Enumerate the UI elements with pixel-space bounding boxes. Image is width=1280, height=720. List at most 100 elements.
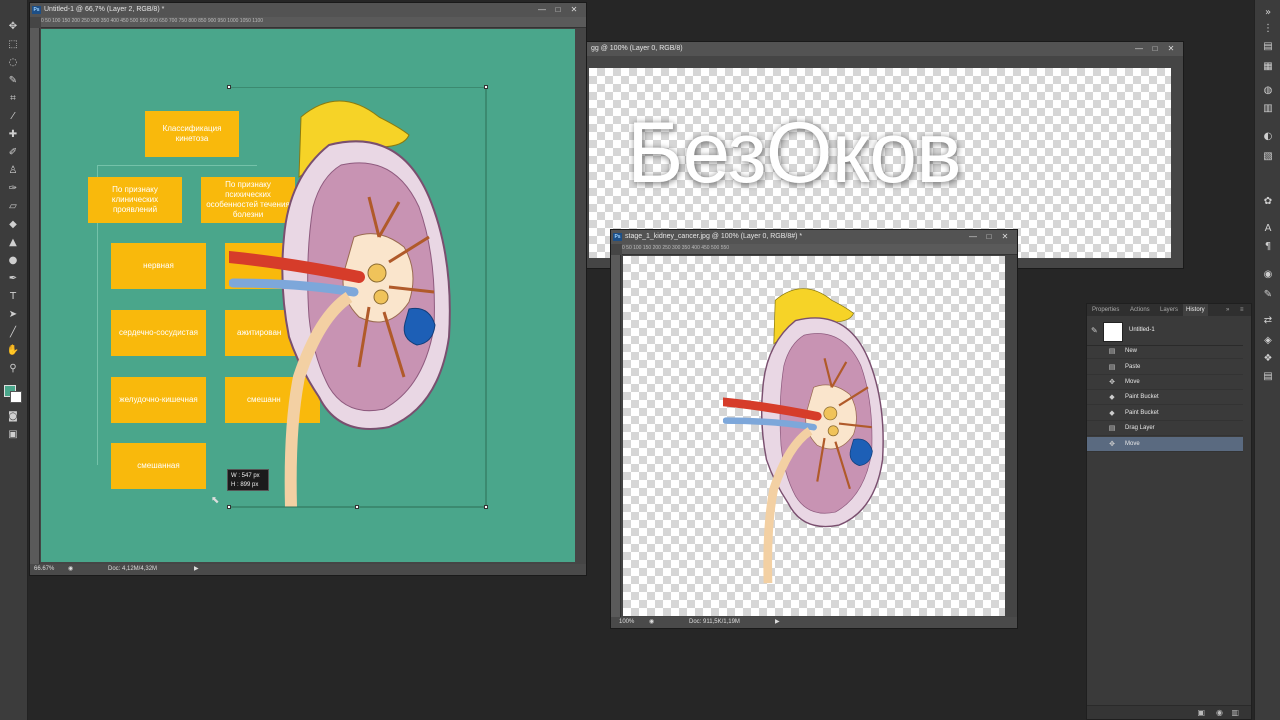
minimize-icon[interactable]: — xyxy=(967,231,979,242)
path-select-tool-icon[interactable]: ➤ xyxy=(5,308,21,322)
flow-box-left-item[interactable]: сердечно-сосудистая xyxy=(111,310,206,356)
blur-tool-icon[interactable]: ▲ xyxy=(5,236,21,250)
type-tool-icon[interactable]: T xyxy=(5,290,21,304)
eraser-tool-icon[interactable]: ▱ xyxy=(5,200,21,214)
status-options-icon[interactable]: ◉ xyxy=(649,617,654,628)
eyedropper-tool-icon[interactable]: ⁄ xyxy=(5,110,21,124)
brush-presets-icon[interactable]: ▧ xyxy=(1260,150,1276,164)
snapshot-label: Untitled-1 xyxy=(1129,327,1155,333)
maximize-icon[interactable]: □ xyxy=(552,4,564,15)
zoom-level[interactable]: 66.67% xyxy=(34,564,54,575)
character-panel-icon[interactable]: A xyxy=(1260,222,1276,236)
color-panel-icon[interactable]: ▤ xyxy=(1260,40,1276,54)
transform-handle[interactable] xyxy=(484,505,488,509)
stamp-tool-icon[interactable]: ♙ xyxy=(5,164,21,178)
swatches-panel-icon[interactable]: ▦ xyxy=(1260,60,1276,74)
screen-mode-icon[interactable]: ▣ xyxy=(5,428,21,442)
kidney-illustration[interactable] xyxy=(229,87,491,513)
doc-title-kidney[interactable]: Ps stage_1_kidney_cancer.jpg @ 100% (Lay… xyxy=(611,230,1017,244)
dodge-tool-icon[interactable]: ● xyxy=(5,254,21,268)
transform-handle[interactable] xyxy=(227,505,231,509)
flow-box-root[interactable]: Классификация кинетоза xyxy=(145,111,239,157)
zoom-level[interactable]: 100% xyxy=(619,617,634,628)
marquee-tool-icon[interactable]: ⬚ xyxy=(5,38,21,52)
transform-handle[interactable] xyxy=(484,85,488,89)
quick-mask-icon[interactable]: ◙ xyxy=(5,410,21,424)
panel-options-icon[interactable]: ≡ xyxy=(1237,304,1247,316)
healing-tool-icon[interactable]: ✚ xyxy=(5,128,21,142)
history-step[interactable]: ✥ Move xyxy=(1087,375,1243,390)
doc-window-kidney[interactable]: Ps stage_1_kidney_cancer.jpg @ 100% (Lay… xyxy=(610,229,1018,629)
paths-panel-icon[interactable]: ◈ xyxy=(1260,334,1276,348)
tooltip-width: W : 547 px xyxy=(231,473,260,479)
tab-properties[interactable]: Properties xyxy=(1089,304,1122,316)
history-step[interactable]: ◆ Paint Bucket xyxy=(1087,406,1243,421)
adjustments-panel-icon[interactable]: ◍ xyxy=(1260,84,1276,98)
status-menu-arrow-icon[interactable]: ▶ xyxy=(194,564,199,575)
flow-box-branch-left[interactable]: По признаку клинических проявлений xyxy=(88,177,182,223)
kidney-canvas[interactable] xyxy=(623,256,1005,616)
history-step-label: Move xyxy=(1125,379,1140,385)
tab-actions[interactable]: Actions xyxy=(1127,304,1153,316)
background-color-swatch[interactable] xyxy=(10,391,22,403)
ruler-ticks: 0 50 100 150 200 250 300 350 400 450 500… xyxy=(41,18,264,24)
horizontal-ruler: 0 50 100 150 200 250 300 350 400 450 500… xyxy=(41,17,586,28)
info-panel-icon[interactable]: ◉ xyxy=(1260,268,1276,282)
close-icon[interactable]: ✕ xyxy=(568,4,580,15)
minimize-icon[interactable]: — xyxy=(536,4,548,15)
new-document-from-state-icon[interactable]: ▣ xyxy=(1197,708,1205,717)
trash-icon[interactable]: ▥ xyxy=(1231,708,1239,717)
lasso-tool-icon[interactable]: ◌ xyxy=(5,56,21,70)
history-brush-tool-icon[interactable]: ✑ xyxy=(5,182,21,196)
tab-history[interactable]: History xyxy=(1183,304,1208,316)
maximize-icon[interactable]: □ xyxy=(1149,43,1161,54)
tab-layers[interactable]: Layers xyxy=(1157,304,1181,316)
flow-box-left-item[interactable]: смешанная xyxy=(111,443,206,489)
navigator-panel-icon[interactable]: ⇄ xyxy=(1260,314,1276,328)
notes-panel-icon[interactable]: ✎ xyxy=(1260,288,1276,302)
close-icon[interactable]: ✕ xyxy=(999,231,1011,242)
history-brush-icon[interactable]: ✎ xyxy=(1091,326,1098,335)
history-step[interactable]: ▤ New xyxy=(1087,344,1243,359)
doc-title-main[interactable]: Ps Untitled-1 @ 66,7% (Layer 2, RGB/8) * xyxy=(30,3,586,17)
panel-collapse-icon[interactable]: » xyxy=(1260,6,1276,20)
maximize-icon[interactable]: □ xyxy=(983,231,995,242)
pen-tool-icon[interactable]: ✒ xyxy=(5,272,21,286)
history-panel-icon[interactable]: ⋮ xyxy=(1260,22,1276,36)
paragraph-panel-icon[interactable]: ¶ xyxy=(1260,240,1276,254)
styles-panel-icon[interactable]: ▥ xyxy=(1260,102,1276,116)
flow-box-left-item[interactable]: желудочно-кишечная xyxy=(111,377,206,423)
minimize-icon[interactable]: — xyxy=(1133,43,1145,54)
snapshot-icon[interactable]: ◉ xyxy=(1216,708,1223,717)
status-options-icon[interactable]: ◉ xyxy=(68,564,73,575)
history-step-selected[interactable]: ✥ Move xyxy=(1087,437,1243,452)
brush-tool-icon[interactable]: ✐ xyxy=(5,146,21,160)
transform-handle[interactable] xyxy=(355,505,359,509)
history-step[interactable]: ◆ Paint Bucket xyxy=(1087,390,1243,405)
clone-source-icon[interactable]: ✿ xyxy=(1260,195,1276,209)
history-snapshot[interactable]: ✎ Untitled-1 xyxy=(1087,318,1243,346)
flow-box-left-item[interactable]: нервная xyxy=(111,243,206,289)
panel-menu-icon[interactable]: » xyxy=(1223,304,1232,316)
layers-panel-icon[interactable]: ❖ xyxy=(1260,352,1276,366)
line-tool-icon[interactable]: ╱ xyxy=(5,326,21,340)
transform-handle[interactable] xyxy=(227,85,231,89)
vertical-ruler xyxy=(30,28,40,564)
crop-tool-icon[interactable]: ⌗ xyxy=(5,92,21,106)
photoshop-doc-icon: Ps xyxy=(613,233,622,241)
doc-window-main[interactable]: Ps Untitled-1 @ 66,7% (Layer 2, RGB/8) *… xyxy=(29,2,587,576)
brush-panel-icon[interactable]: ◐ xyxy=(1260,130,1276,144)
close-icon[interactable]: ✕ xyxy=(1165,43,1177,54)
main-canvas[interactable]: Классификация кинетоза По признаку клини… xyxy=(41,29,575,562)
zoom-tool-icon[interactable]: ⚲ xyxy=(5,362,21,376)
history-step[interactable]: ▤ Drag Layer xyxy=(1087,421,1243,436)
channels-panel-icon[interactable]: ▤ xyxy=(1260,370,1276,384)
move-tool-icon[interactable]: ✥ xyxy=(5,20,21,34)
history-step[interactable]: ▤ Paste xyxy=(1087,360,1243,375)
hand-tool-icon[interactable]: ✋ xyxy=(5,344,21,358)
paint-bucket-tool-icon[interactable]: ◆ xyxy=(5,218,21,232)
quick-select-tool-icon[interactable]: ✎ xyxy=(5,74,21,88)
status-menu-arrow-icon[interactable]: ▶ xyxy=(775,617,780,628)
doc-title-text[interactable]: gg @ 100% (Layer 0, RGB/8) xyxy=(587,42,1183,56)
doc-title-kidney-label: stage_1_kidney_cancer.jpg @ 100% (Layer … xyxy=(625,233,803,240)
